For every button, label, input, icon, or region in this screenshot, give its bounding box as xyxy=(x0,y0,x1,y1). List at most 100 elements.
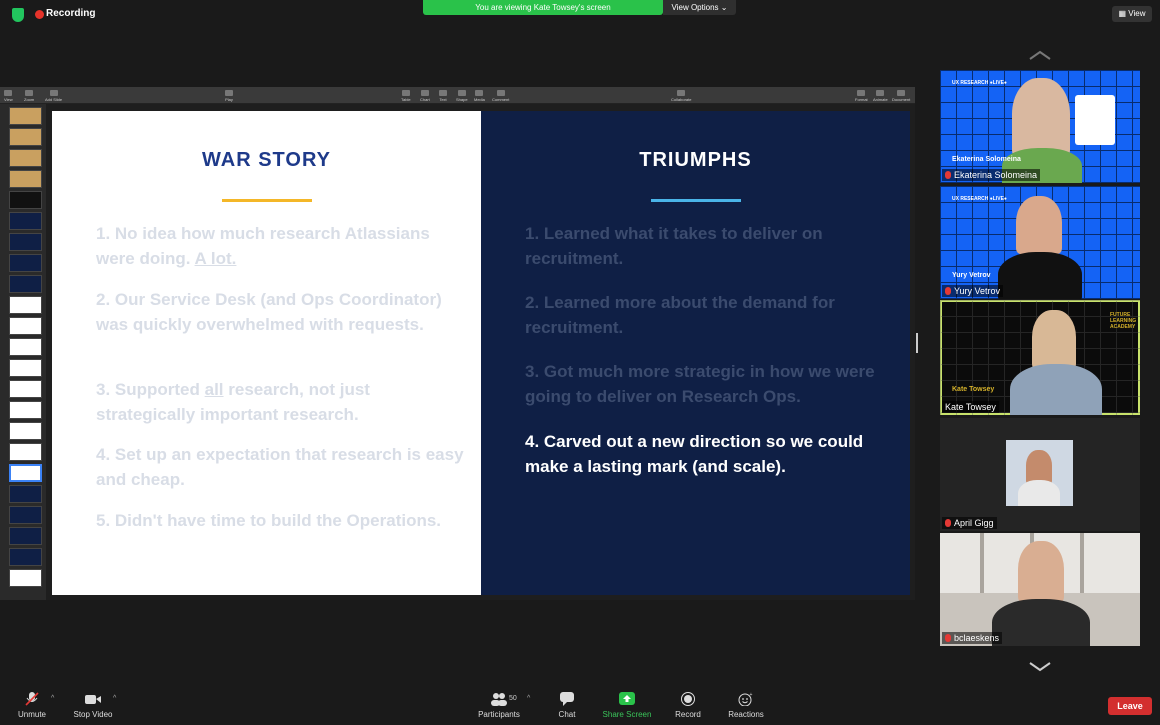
audio-options-caret-icon[interactable]: ^ xyxy=(51,695,54,702)
toolbar-play[interactable]: Play xyxy=(225,90,233,102)
current-slide: WAR STORY 1. No idea how much research A… xyxy=(52,111,910,595)
toolbar-text-label: Text xyxy=(439,97,447,102)
toolbar-document[interactable]: Document xyxy=(892,90,910,102)
toolbar-shape[interactable]: Shape xyxy=(456,90,468,102)
viewing-screen-text: You are viewing Kate Towsey's screen xyxy=(475,3,611,12)
participant-video xyxy=(1018,541,1064,603)
reactions-button[interactable]: + Reactions xyxy=(724,692,768,719)
slide-thumbnail[interactable] xyxy=(9,422,42,440)
toolbar-animate[interactable]: Animate xyxy=(873,90,888,102)
slide-navigator[interactable] xyxy=(0,104,46,600)
video-tile-kate-towsey-active-speaker[interactable]: FUTURE LEARNING ACADEMY Kate Towsey Kate… xyxy=(940,300,1140,415)
toolbar-collaborate[interactable]: Collaborate xyxy=(671,90,691,102)
slide-thumbnail[interactable] xyxy=(9,254,42,272)
war-story-item: 2. Our Service Desk (and Ops Coordinator… xyxy=(96,287,466,337)
slide-thumbnail[interactable] xyxy=(9,128,42,146)
panel-resize-handle[interactable] xyxy=(916,333,918,353)
participants-icon xyxy=(491,693,507,706)
slide-thumbnail[interactable] xyxy=(9,527,42,545)
slide-thumbnail[interactable] xyxy=(9,485,42,503)
recording-dot-icon xyxy=(35,10,44,19)
security-shield-icon[interactable] xyxy=(12,8,24,22)
toolbar-table-label: Table xyxy=(401,97,411,102)
war-story-item-emphasis: A lot. xyxy=(194,249,237,268)
overlay-name: Yury Vetrov xyxy=(952,272,991,279)
slide-thumbnail[interactable] xyxy=(9,548,42,566)
participant-video xyxy=(1032,310,1076,370)
toolbar-text[interactable]: Text xyxy=(439,90,447,102)
toolbar-add-slide[interactable]: Add Slide xyxy=(45,90,62,102)
video-tile-april-gigg[interactable]: April Gigg xyxy=(940,418,1140,531)
war-story-item: 3. Supported all research, not just stra… xyxy=(96,377,466,427)
toolbar-chart[interactable]: Chart xyxy=(420,90,430,102)
participant-video xyxy=(1012,78,1070,158)
toolbar-zoom[interactable]: Zoom xyxy=(24,90,34,102)
participants-options-caret-icon[interactable]: ^ xyxy=(527,695,530,702)
video-tile-yury-vetrov[interactable]: UX RESEARCH ●LIVE● Yury Vetrov Yury Vetr… xyxy=(940,186,1140,299)
participant-name-tag: Ekaterina Solomeina xyxy=(942,169,1041,181)
record-button[interactable]: Record xyxy=(672,692,704,719)
slide-thumbnail-selected[interactable] xyxy=(9,464,42,482)
view-button[interactable]: ▦ View xyxy=(1112,6,1152,22)
chat-button[interactable]: Chat xyxy=(552,692,582,719)
slide-thumbnail[interactable] xyxy=(9,275,42,293)
slide-thumbnail[interactable] xyxy=(9,191,42,209)
participant-name: Kate Towsey xyxy=(945,402,996,412)
toolbar-format[interactable]: Format xyxy=(855,90,868,102)
slide-thumbnail[interactable] xyxy=(9,359,42,377)
microphone-muted-icon xyxy=(25,692,39,706)
slide-thumbnail[interactable] xyxy=(9,506,42,524)
video-tile-ekaterina-solomeina[interactable]: UX RESEARCH ●LIVE● Ekaterina Solomeina E… xyxy=(940,70,1140,183)
toolbar-comment-label: Comment xyxy=(492,97,510,102)
video-options-caret-icon[interactable]: ^ xyxy=(113,695,116,702)
share-screen-button[interactable]: Share Screen xyxy=(600,692,654,719)
war-story-item-text: 5. Didn't have time to build the Operati… xyxy=(96,511,442,530)
view-options-button[interactable]: View Options ⌄ xyxy=(663,0,736,15)
triumphs-title: TRIUMPHS xyxy=(639,149,752,171)
video-tile-bclaeskens[interactable]: bclaeskens xyxy=(940,533,1140,646)
toolbar-media-label: Media xyxy=(474,97,485,102)
slide-thumbnail[interactable] xyxy=(9,443,42,461)
slide-thumbnail[interactable] xyxy=(9,149,42,167)
war-story-item-text: 1. No idea how much research Atlassians … xyxy=(96,224,430,268)
war-story-item-text: 2. Our Service Desk (and Ops Coordinator… xyxy=(96,290,442,334)
slide-thumbnail[interactable] xyxy=(9,380,42,398)
chevron-down-icon[interactable] xyxy=(1028,662,1052,672)
participant-video xyxy=(1016,196,1062,254)
participant-name-tag: April Gigg xyxy=(942,517,997,529)
mic-muted-icon xyxy=(945,634,951,642)
toolbar-table[interactable]: Table xyxy=(401,90,411,102)
slide-thumbnail[interactable] xyxy=(9,107,42,125)
slide-thumbnail[interactable] xyxy=(9,212,42,230)
reactions-label: Reactions xyxy=(728,710,764,719)
meeting-controls: Unmute ^ Stop Video ^ Participants 50 ^ … xyxy=(0,687,1160,725)
toolbar-comment[interactable]: Comment xyxy=(492,90,509,102)
participant-name-tag: Kate Towsey xyxy=(942,401,999,413)
participant-name-tag: bclaeskens xyxy=(942,632,1003,644)
toolbar-document-label: Document xyxy=(892,97,911,102)
slide-thumbnail[interactable] xyxy=(9,233,42,251)
slide-thumbnail[interactable] xyxy=(9,170,42,188)
participant-name: Ekaterina Solomeina xyxy=(954,170,1038,180)
chat-label: Chat xyxy=(558,710,576,719)
record-label: Record xyxy=(675,710,701,719)
view-label: View xyxy=(1128,9,1146,18)
war-story-item-text: 4. Set up an expectation that research i… xyxy=(96,445,464,489)
toolbar-view[interactable]: View xyxy=(4,90,13,102)
toolbar-media[interactable]: Media xyxy=(474,90,485,102)
participant-name: Yury Vetrov xyxy=(954,286,1001,296)
stop-video-label: Stop Video xyxy=(73,710,113,719)
viewing-screen-banner: You are viewing Kate Towsey's screen xyxy=(423,0,663,15)
mic-muted-icon xyxy=(945,287,951,295)
slide-thumbnail[interactable] xyxy=(9,296,42,314)
slide-thumbnail[interactable] xyxy=(9,317,42,335)
slide-thumbnail[interactable] xyxy=(9,401,42,419)
stop-video-button[interactable]: Stop Video xyxy=(70,692,116,719)
brand-label: FUTURE LEARNING ACADEMY xyxy=(1110,312,1137,330)
chevron-up-icon[interactable] xyxy=(1028,50,1052,60)
participants-label: Participants xyxy=(478,710,520,719)
leave-button[interactable]: Leave xyxy=(1108,697,1152,715)
slide-thumbnail[interactable] xyxy=(9,338,42,356)
unmute-button[interactable]: Unmute xyxy=(16,692,48,719)
slide-thumbnail[interactable] xyxy=(9,569,42,587)
